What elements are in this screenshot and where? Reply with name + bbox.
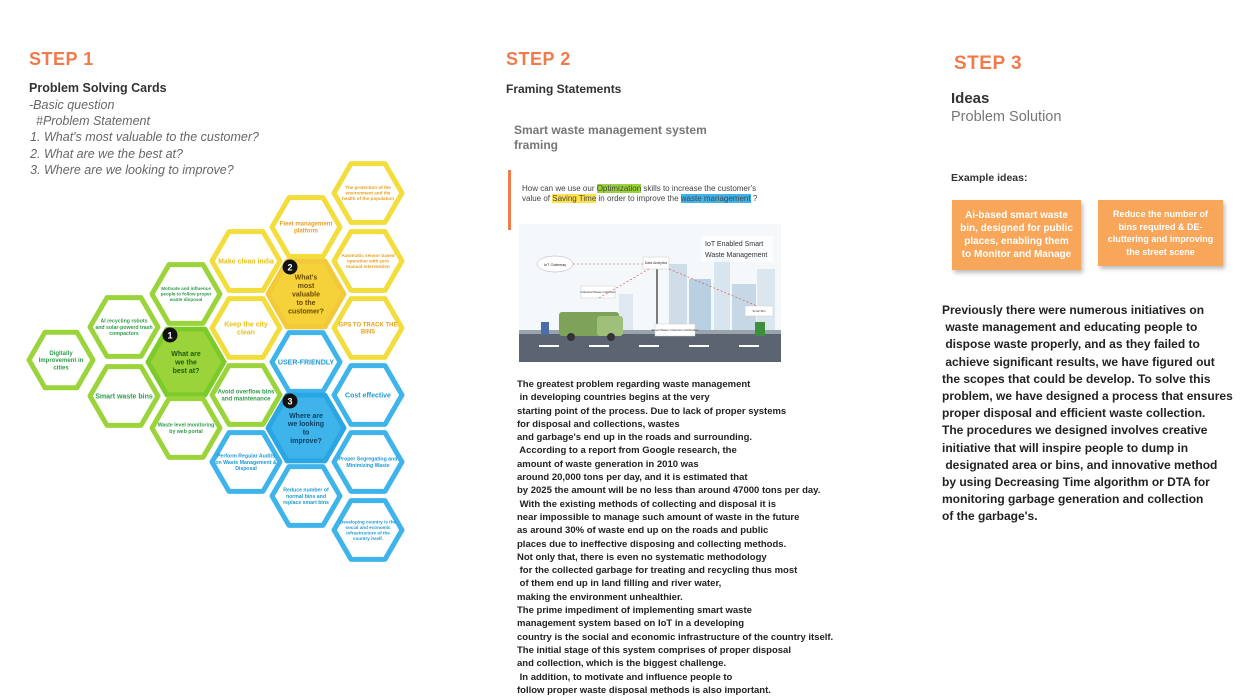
body-line: by using Decreasing Time algorithm or DT… <box>942 475 1210 490</box>
hex-card: Make clean india <box>209 229 283 293</box>
body-line: around 20,000 tons per day, and it is es… <box>517 472 748 484</box>
hex-label: Automatic sensor based operation with zer… <box>341 253 395 269</box>
hex-card: Avoid overflow bins and maintenance <box>209 363 283 427</box>
step3-body: Previously there were numerous initiativ… <box>942 302 1233 526</box>
hex-card: Keep the city clean <box>209 296 283 360</box>
body-line: According to a report from Google resear… <box>517 445 737 457</box>
hex-card: Developing country is the social and econ… <box>331 498 405 562</box>
hex-card: What are we the best at? 1 <box>145 326 227 398</box>
frame-accent-bar <box>508 170 511 230</box>
hex-card: Waste level monitoring by web portal <box>149 396 223 460</box>
body-line: The initial stage of this system compris… <box>517 644 791 656</box>
label-c: Smart Bin <box>752 309 766 313</box>
body-line: for the collected garbage for treating a… <box>517 565 798 577</box>
body-line: designated area or bins, and innovative … <box>942 457 1218 472</box>
hex-label: Cost effective <box>345 392 391 399</box>
hex-card: Digitally Improvement in cities <box>26 329 96 391</box>
hex-label: The protection of the environment and the… <box>342 185 394 201</box>
body-line: Previously there were numerous initiativ… <box>942 303 1205 317</box>
hex-label: What are we the best at? <box>171 351 201 375</box>
body-line: The procedures we designed involves crea… <box>942 423 1208 438</box>
body-line: management system based on IoT in a deve… <box>517 618 744 630</box>
hmw-highlight: waste management <box>680 194 751 203</box>
frame-title: Smart waste management system framing <box>514 123 707 152</box>
step3-subtitle: Problem Solution <box>951 109 1062 125</box>
body-line: by 2025 the amount will be no less than … <box>517 485 821 497</box>
label-b: Smart Waste Collection Notification <box>652 328 699 332</box>
hex-card: Where are we looking to improve?3 <box>265 392 347 464</box>
step3-label: STEP 3 <box>954 53 1023 74</box>
step-badge-number: 1 <box>167 331 172 341</box>
body-line: follow proper waste disposal methods is … <box>517 684 771 696</box>
hex-card: Fleet management platform <box>269 195 343 259</box>
body-line: proper disposal and efficient waste coll… <box>942 406 1206 421</box>
hex-card: Reduce number of normal bins and replace s… <box>269 464 343 528</box>
hmw-text: in order to improve the <box>596 194 681 203</box>
body-line: problem, we have designed a process that… <box>942 389 1233 404</box>
hex-label: USER-FRIENDLY <box>278 359 334 366</box>
body-line: The prime impediment of implementing sma… <box>517 605 752 617</box>
hex-label: Avoid overflow bins and maintenance <box>218 390 275 403</box>
example-label: Example ideas: <box>951 172 1028 184</box>
body-line: making the environment unhealthier. <box>517 591 683 603</box>
hex-card: Cost effective <box>331 363 405 427</box>
body-line: monitoring garbage generation and collec… <box>942 492 1204 507</box>
hex-card: Automatic sensor based operation with zer… <box>331 229 405 293</box>
body-line: dispose waste properly, and as they fail… <box>942 337 1200 352</box>
body-line: in developing countries begins at the ve… <box>517 392 710 404</box>
step2-label: STEP 2 <box>506 49 571 69</box>
hex-card: Motivate and influence people to follow p… <box>149 262 223 326</box>
body-line: With the existing methods of collecting … <box>517 498 777 510</box>
cloud-label: IoT Gateway <box>544 262 567 267</box>
body-line: Not only that, there is even no systemat… <box>517 551 767 563</box>
label-a: Industrial Waste Collection <box>580 290 616 294</box>
hex-card: GPS TO TRACK THE BINS <box>331 296 405 360</box>
body-line: and garbage's end up in the roads and su… <box>517 432 753 444</box>
body-line: country is the social and economic infra… <box>517 631 834 643</box>
iot-illustration: IoT Gateway Data Analytics Industrial Wa… <box>519 224 781 362</box>
body-line: amount of waste generation in 2010 was <box>517 458 699 470</box>
step-badge-number: 3 <box>287 397 292 407</box>
body-line: and collection, which is the biggest cha… <box>517 658 727 670</box>
hex-card: USER-FRIENDLY <box>269 330 343 394</box>
body-line: of them end up in land filling and river… <box>517 578 722 590</box>
step3-title: Ideas <box>951 90 990 107</box>
body-line: initiative that will inspire people to d… <box>942 440 1189 455</box>
step2-body: The greatest problem regarding waste man… <box>517 378 833 697</box>
body-line: near impossible to manage such amount of… <box>517 511 800 523</box>
idea-sticky-2: Reduce the number of bins required & DE-… <box>1098 200 1223 266</box>
hmw-statement: How can we use our Optimization skills t… <box>522 184 772 204</box>
iot-title-line2: Waste Management <box>705 252 767 259</box>
hex-card: AI recycling robots and solar-powerd tras… <box>87 295 161 359</box>
body-line: The greatest problem regarding waste man… <box>517 379 751 390</box>
body-line: the scopes that could be develop. To sol… <box>942 371 1211 386</box>
data-label: Data Analytics <box>645 261 667 265</box>
body-line: achieve significant results, we have fig… <box>942 354 1215 369</box>
hmw-highlight: Saving Time <box>552 194 597 203</box>
hmw-text: ? <box>750 194 758 203</box>
hex-card: The protection of the environment and the… <box>331 161 405 225</box>
hex-label: Make clean india <box>218 258 274 265</box>
body-line: In addition, to motivate and influence p… <box>517 671 733 683</box>
hex-label: Smart waste bins <box>95 393 153 400</box>
iot-title-line1: IoT Enabled Smart <box>705 241 763 248</box>
step-badge-number: 2 <box>287 263 292 273</box>
hex-card: What's most valuable to the customer?2 <box>265 258 347 330</box>
body-line: places due to ineffective disposing and … <box>517 538 787 550</box>
idea-sticky-1: Ai-based smart waste bin, designed for p… <box>952 200 1081 270</box>
hmw-text: How can we use our <box>522 184 597 193</box>
body-line: as around 30% of waste end up on the roa… <box>517 525 769 537</box>
hex-label: Reduce number of normal bins and replace s… <box>283 488 329 507</box>
hmw-highlight: Optimization <box>596 184 642 193</box>
hex-card: Perform Regular Audits on Waste Managemen… <box>209 430 283 494</box>
body-line: for disposal and collections, wastes <box>517 418 680 430</box>
hex-card: Proper Segregating and Minimizing Waste <box>331 430 405 494</box>
hex-label: Proper Segregating and Minimizing Waste <box>339 457 398 469</box>
step2-title: Framing Statements <box>506 82 622 96</box>
body-line: starting point of the process. Due to la… <box>517 405 787 417</box>
body-line: waste management and educating people to <box>942 320 1198 335</box>
body-line: of the garbage's. <box>942 509 1038 524</box>
hex-card: Smart waste bins <box>87 364 161 428</box>
